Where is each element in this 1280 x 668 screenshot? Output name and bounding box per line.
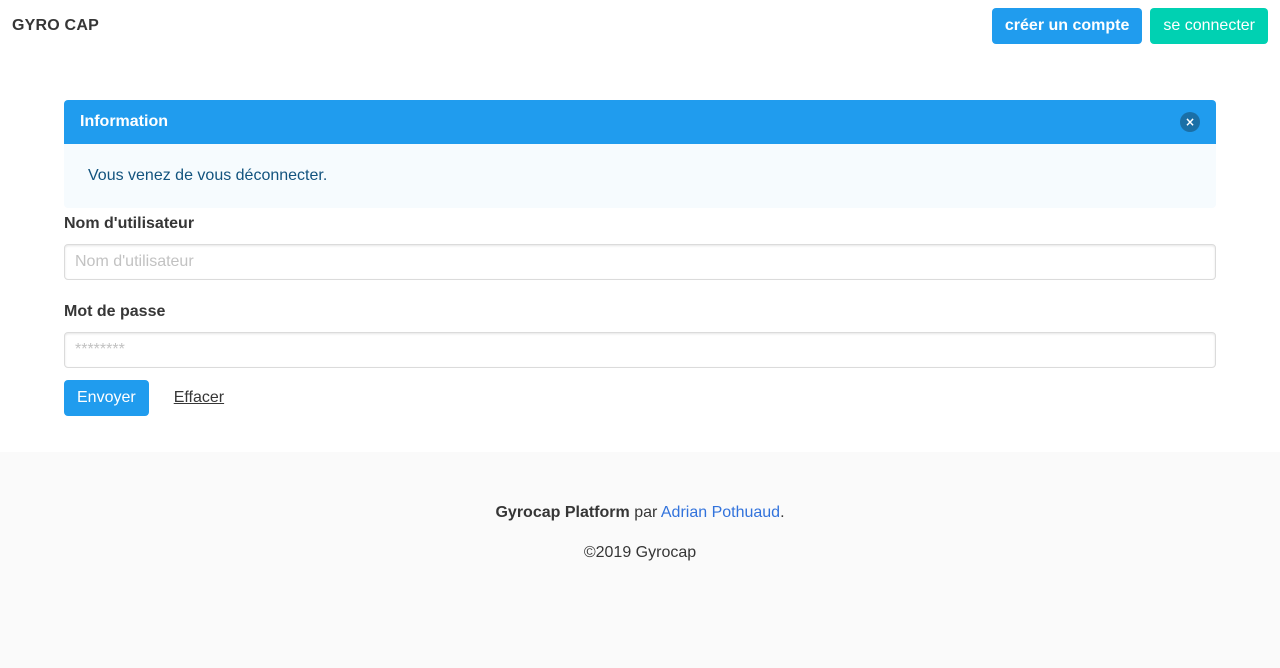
main-content: Information × Vous venez de vous déconne… bbox=[64, 100, 1216, 416]
password-input[interactable] bbox=[64, 332, 1216, 368]
username-field-group: Nom d'utilisateur bbox=[64, 212, 1216, 280]
period-text: . bbox=[780, 504, 785, 521]
author-link[interactable]: Adrian Pothuaud bbox=[661, 504, 780, 521]
message-body: Vous venez de vous déconnecter. bbox=[64, 144, 1216, 208]
clear-button[interactable]: Effacer bbox=[174, 389, 224, 407]
brand-logo[interactable]: GYRO CAP bbox=[12, 17, 99, 35]
password-field-group: Mot de passe bbox=[64, 300, 1216, 368]
form-buttons: Envoyer Effacer bbox=[64, 380, 1216, 416]
message-text: Vous venez de vous déconnecter. bbox=[88, 167, 328, 184]
login-button[interactable]: se connecter bbox=[1150, 8, 1268, 44]
info-message: Information × Vous venez de vous déconne… bbox=[64, 100, 1216, 208]
create-account-button[interactable]: créer un compte bbox=[991, 8, 1143, 44]
by-text: par bbox=[634, 504, 658, 521]
username-label: Nom d'utilisateur bbox=[64, 215, 195, 232]
navbar: GYRO CAP créer un compte se connecter bbox=[0, 0, 1280, 52]
copyright-text: ©2019 Gyrocap bbox=[583, 544, 697, 561]
nav-actions: créer un compte se connecter bbox=[991, 8, 1268, 44]
username-input[interactable] bbox=[64, 244, 1216, 280]
message-title: Information bbox=[80, 113, 168, 130]
platform-name: Gyrocap Platform bbox=[495, 504, 630, 521]
footer: Gyrocap Platform par Adrian Pothuaud. ©2… bbox=[0, 452, 1280, 668]
login-form: Nom d'utilisateur Mot de passe Envoyer E… bbox=[64, 212, 1216, 416]
message-header: Information × bbox=[64, 100, 1216, 144]
close-icon[interactable]: × bbox=[1180, 112, 1200, 132]
footer-credits: Gyrocap Platform par Adrian Pothuaud. bbox=[0, 503, 1280, 523]
password-label: Mot de passe bbox=[64, 303, 166, 320]
submit-button[interactable]: Envoyer bbox=[64, 380, 149, 416]
